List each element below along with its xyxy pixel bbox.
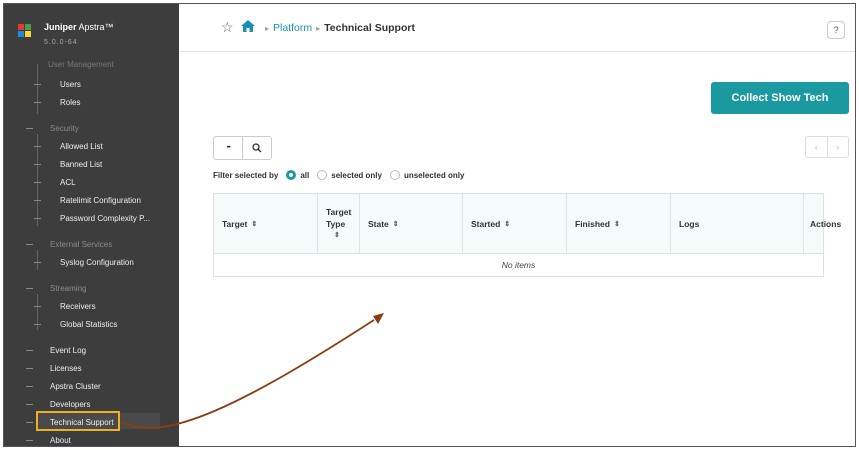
brand-name: Juniper Apstra™ xyxy=(44,22,114,32)
sidebar-item-label: Users xyxy=(60,80,81,89)
sort-icon: ⇕ xyxy=(613,221,620,228)
more-icon: ••• xyxy=(226,145,231,151)
sidebar-item-label: External Services xyxy=(50,240,113,249)
filter-option-all[interactable]: all xyxy=(286,170,309,180)
sidebar-item-label: Receivers xyxy=(60,302,96,311)
sort-icon: ⇕ xyxy=(504,221,511,228)
sidebar: Juniper Apstra™ 5.0.0-64 User Management… xyxy=(4,4,179,446)
sort-icon: ⇕ xyxy=(334,232,340,239)
pagination: ‹ › xyxy=(805,136,849,158)
sidebar-item-label: Allowed List xyxy=(60,142,103,151)
sidebar-item-technical-support[interactable]: Technical Support xyxy=(4,415,179,431)
sidebar-item-label: ACL xyxy=(60,178,76,187)
sidebar-item-label: About xyxy=(50,436,71,445)
filter-bar: Filter selected by all selected only uns… xyxy=(213,170,472,180)
brand-version: 5.0.0-64 xyxy=(44,39,78,46)
sidebar-item-label: Roles xyxy=(60,98,81,107)
sidebar-item-acl[interactable]: ACL xyxy=(4,175,179,191)
table-toolbar: ••• xyxy=(213,136,272,160)
sidebar-section-external-services: External Services xyxy=(4,237,179,253)
juniper-logo-icon xyxy=(18,24,32,40)
column-state[interactable]: State ⇕ xyxy=(360,194,463,254)
more-options-button[interactable]: ••• xyxy=(214,137,242,159)
sidebar-item-password-complexity-p[interactable]: Password Complexity P... xyxy=(4,211,179,227)
sidebar-item-label: Password Complexity P... xyxy=(60,214,151,223)
sidebar-item-label: Syslog Configuration xyxy=(60,258,134,267)
sidebar-item-licenses[interactable]: Licenses xyxy=(4,361,179,377)
radio-icon xyxy=(317,170,328,180)
filter-option-selected[interactable]: selected only xyxy=(317,170,382,180)
breadcrumb-separator-icon: ▸ xyxy=(316,23,321,33)
sidebar-item-label: Streaming xyxy=(50,284,87,293)
sidebar-item-users[interactable]: Users xyxy=(4,77,179,93)
support-table: Target ⇕ Target Type ⇕ State ⇕ Started ⇕ Fin… xyxy=(213,193,841,277)
breadcrumb-separator-icon: ▸ xyxy=(265,23,270,33)
column-started[interactable]: Started ⇕ xyxy=(463,194,567,254)
sidebar-item-label: Event Log xyxy=(50,346,87,355)
home-icon[interactable] xyxy=(241,20,255,38)
filter-label: Filter selected by xyxy=(213,170,279,180)
favorite-star-icon[interactable]: ☆ xyxy=(221,19,234,36)
sidebar-section-security: Security xyxy=(4,121,179,137)
main-content: ☆ ▸ Platform ▸ Technical Support ? Colle… xyxy=(179,4,855,446)
radio-icon xyxy=(389,170,400,180)
sidebar-item-about[interactable]: About xyxy=(4,433,179,446)
empty-state: No items xyxy=(501,260,536,270)
sidebar-item-label: Technical Support xyxy=(50,418,114,427)
column-finished[interactable]: Finished ⇕ xyxy=(567,194,671,254)
search-button[interactable] xyxy=(242,137,271,159)
breadcrumb: ▸ Platform ▸ Technical Support xyxy=(261,22,415,34)
column-actions: Actions xyxy=(810,219,842,229)
sidebar-item-label: Licenses xyxy=(50,364,82,373)
sidebar-item-label: Developers xyxy=(50,400,91,409)
sidebar-item-roles[interactable]: Roles xyxy=(4,95,179,111)
sidebar-item-banned-list[interactable]: Banned List xyxy=(4,157,179,173)
sidebar-item-label: Ratelimit Configuration xyxy=(60,196,141,205)
sidebar-item-label: Apstra Cluster xyxy=(50,382,101,391)
prev-page-button[interactable]: ‹ xyxy=(806,137,827,157)
sidebar-item-global-statistics[interactable]: Global Statistics xyxy=(4,317,179,333)
sidebar-item-developers[interactable]: Developers xyxy=(4,397,179,413)
next-page-button[interactable]: › xyxy=(826,137,849,157)
help-button[interactable]: ? xyxy=(827,21,845,39)
app-window: Juniper Apstra™ 5.0.0-64 User Management… xyxy=(3,3,856,447)
sort-icon: ⇕ xyxy=(392,221,399,228)
sidebar-item-allowed-list[interactable]: Allowed List xyxy=(4,139,179,155)
sidebar-item-label: Banned List xyxy=(60,160,103,169)
topbar: ☆ ▸ Platform ▸ Technical Support ? xyxy=(179,4,855,52)
sidebar-item-label: Security xyxy=(50,124,79,133)
sidebar-item-label: Global Statistics xyxy=(60,320,118,329)
sort-icon: ⇕ xyxy=(251,221,258,228)
column-target-type[interactable]: Target Type ⇕ xyxy=(318,194,360,254)
sidebar-item-apstra-cluster[interactable]: Apstra Cluster xyxy=(4,379,179,395)
breadcrumb-current: Technical Support xyxy=(324,22,415,34)
column-target[interactable]: Target ⇕ xyxy=(214,194,318,254)
sidebar-item-ratelimit-configuration[interactable]: Ratelimit Configuration xyxy=(4,193,179,209)
table-header: Target ⇕ Target Type ⇕ State ⇕ Started ⇕ Fin… xyxy=(214,194,841,254)
column-logs: Logs xyxy=(671,194,804,254)
filter-option-unselected[interactable]: unselected only xyxy=(389,170,464,180)
collect-show-tech-button[interactable]: Collect Show Tech xyxy=(711,82,849,114)
sidebar-item-receivers[interactable]: Receivers xyxy=(4,299,179,315)
search-icon xyxy=(252,143,262,153)
sidebar-item-syslog-configuration[interactable]: Syslog Configuration xyxy=(4,255,179,271)
radio-checked-icon xyxy=(286,170,297,180)
sidebar-section-streaming: Streaming xyxy=(4,281,179,297)
sidebar-item-event-log[interactable]: Event Log xyxy=(4,343,179,359)
breadcrumb-platform[interactable]: Platform xyxy=(273,22,312,34)
